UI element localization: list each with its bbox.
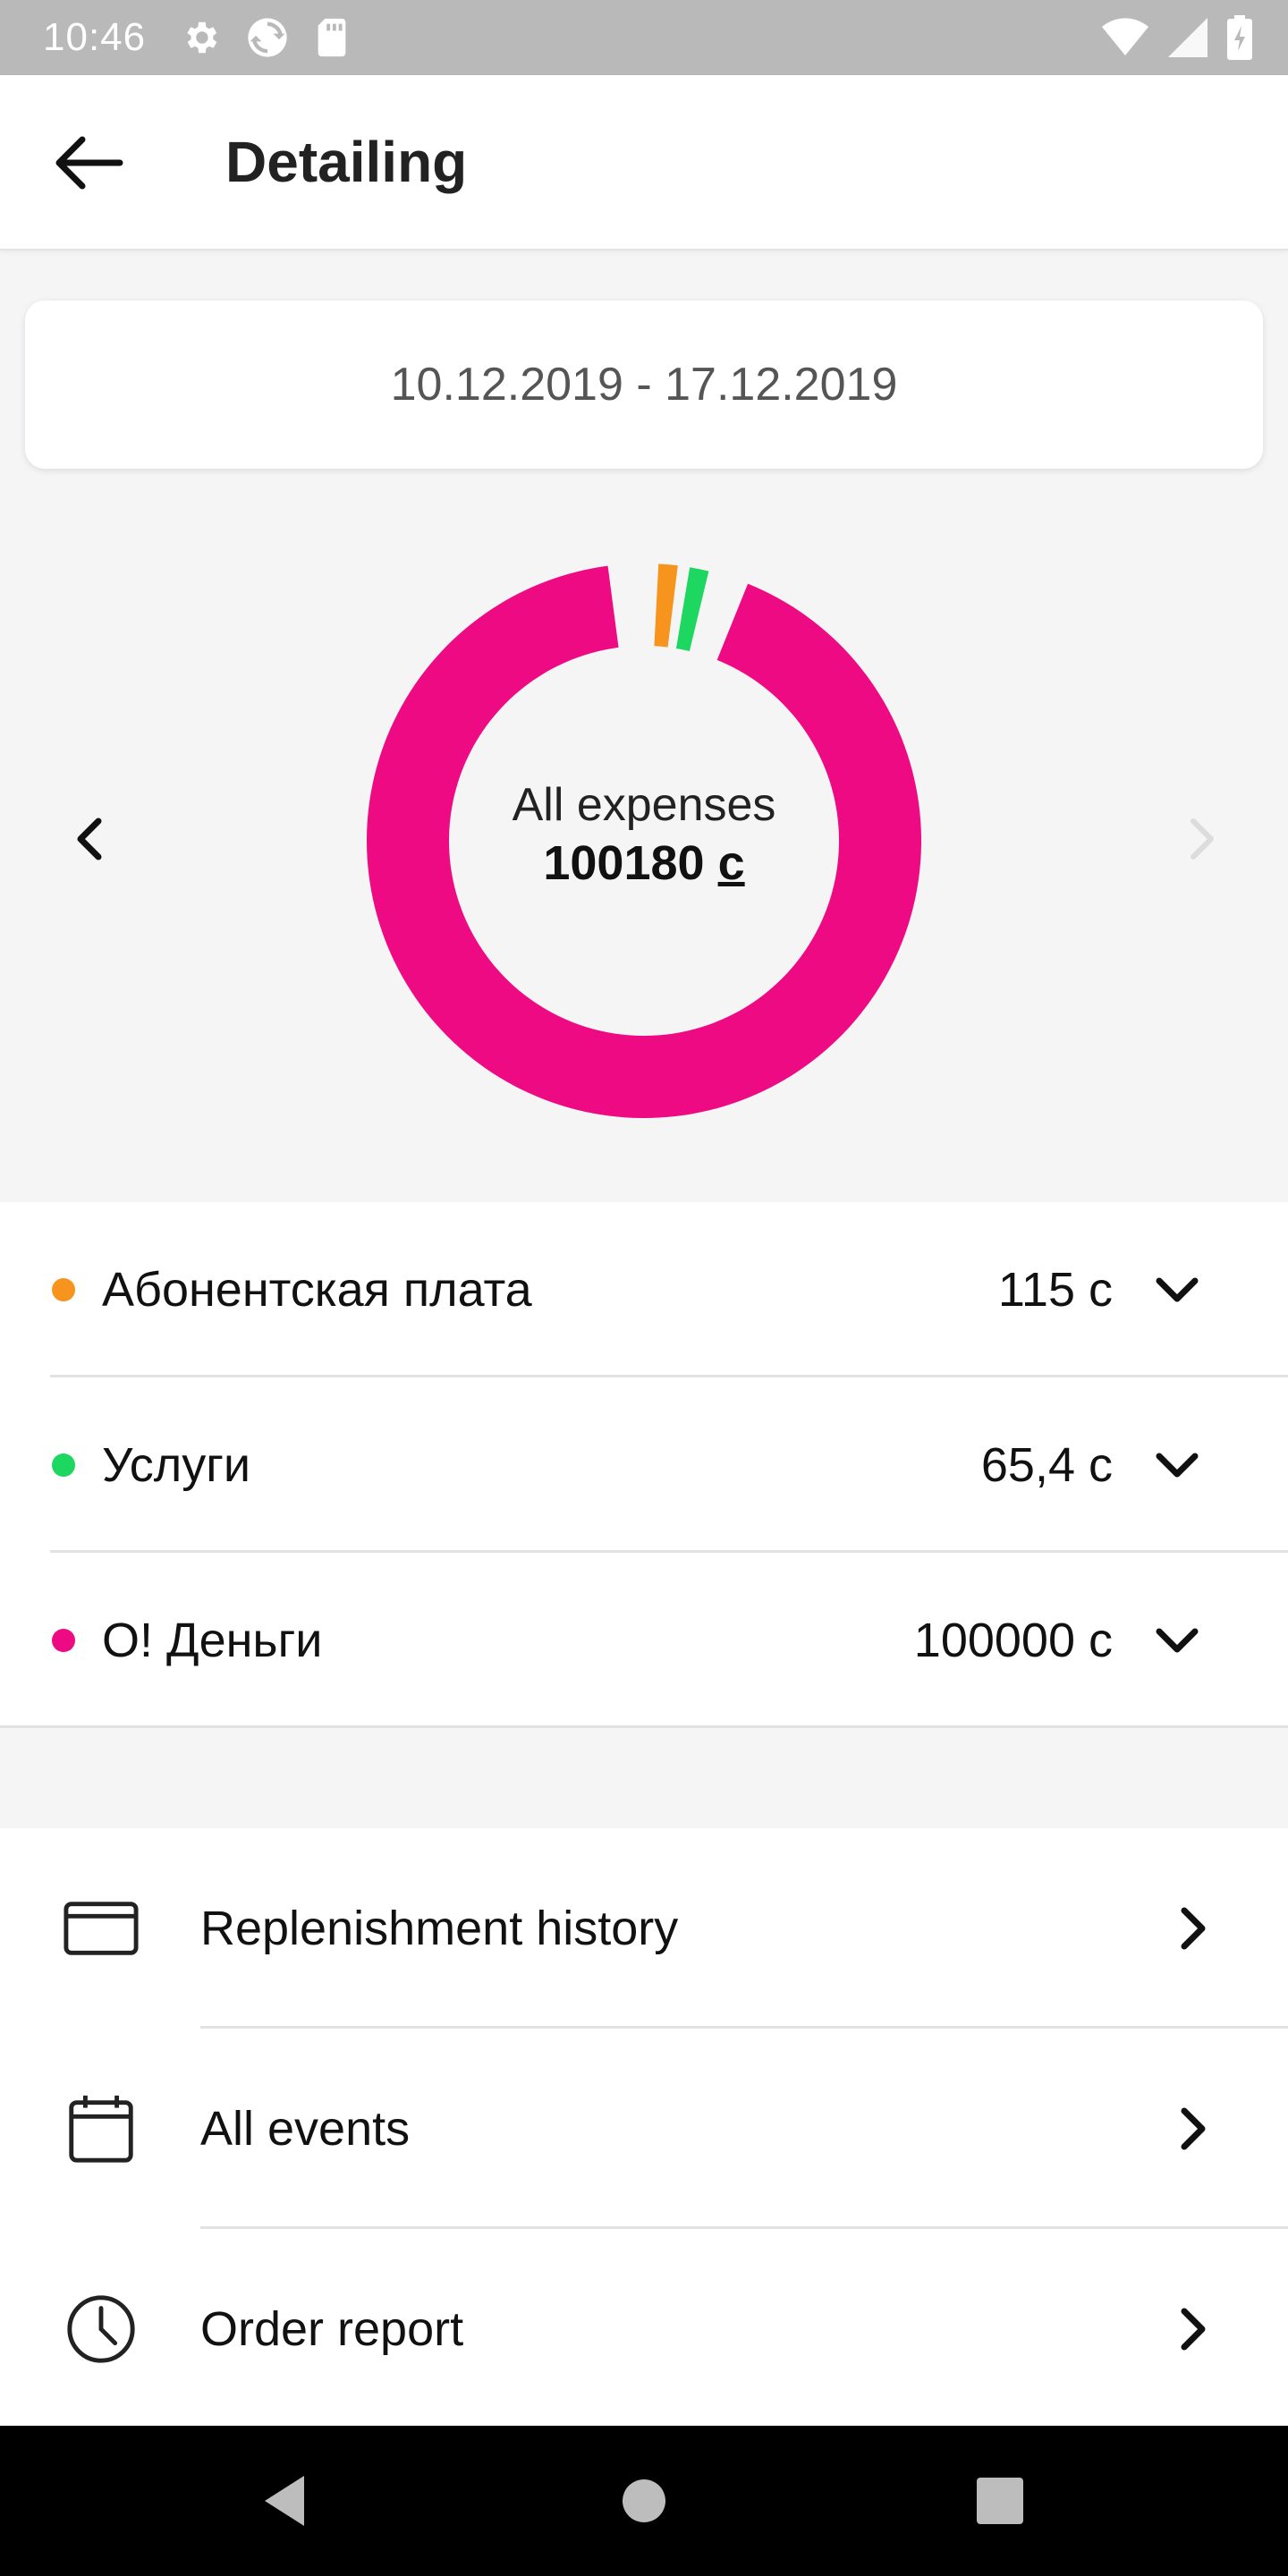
credit-card-icon [64,1902,139,1955]
donut-slice-0 [654,564,678,648]
category-name: Абонентская плата [102,1263,532,1317]
total-amount: 100180 [543,836,705,890]
back-button[interactable] [52,134,123,191]
wifi-icon [1102,18,1148,55]
menu-item-all-events[interactable]: All events [0,2029,1288,2229]
donut-slice-1 [675,567,709,652]
date-range-picker[interactable]: 10.12.2019 - 17.12.2019 [25,301,1263,469]
category-color-dot [52,1629,75,1652]
menu-item-label: Order report [200,2302,464,2356]
category-name: О! Деньги [102,1614,323,1667]
category-amount: 115 с [997,1263,1113,1317]
currency-symbol: с [717,836,745,890]
menu-item-replenishment-history[interactable]: Replenishment history [0,1828,1288,2029]
chevron-down-icon [1156,1628,1199,1653]
sd-card-icon [318,18,346,57]
status-bar: 10:46 [0,0,1288,75]
chevron-down-icon [1156,1453,1199,1478]
chevron-right-icon [1181,2308,1206,2351]
arrow-left-icon [55,136,123,190]
expense-category-list: Абонентская плата 115 с Услуги 65,4 с О!… [0,1202,1288,1728]
total-expenses-value: 100180 с [420,835,868,891]
page-title: Detailing [225,130,468,194]
circle-home-icon [623,2479,665,2522]
menu-item-order-report[interactable]: Order report [0,2229,1288,2429]
chevron-right-icon [1191,818,1214,860]
category-color-dot [52,1453,75,1477]
system-navigation-bar [0,2426,1288,2576]
date-range-label: 10.12.2019 - 17.12.2019 [390,359,898,411]
donut-center-label: All expenses 100180 с [420,778,868,891]
gear-icon [187,21,217,54]
clock-icon [67,2295,135,2363]
previous-period-button[interactable] [55,803,127,875]
signal-icon [1168,18,1208,57]
sync-icon [248,18,287,57]
chevron-right-icon [1181,2107,1206,2150]
nav-home-button[interactable] [608,2465,680,2537]
battery-icon [1227,15,1252,60]
triangle-back-icon [265,2476,304,2526]
app-bar: Detailing [0,75,1288,250]
detailing-menu: Replenishment history All events Order r… [0,1828,1288,2426]
chevron-down-icon [1156,1277,1199,1302]
all-expenses-label: All expenses [512,779,776,831]
calendar-icon [69,2095,133,2163]
category-color-dot [52,1278,75,1301]
category-amount: 100000 с [913,1614,1113,1667]
section-spacer [0,1728,1288,1828]
category-amount: 65,4 с [980,1438,1113,1492]
chevron-right-icon [1181,1907,1206,1950]
category-row-services[interactable]: Услуги 65,4 с [0,1377,1288,1553]
chevron-left-icon [77,818,102,860]
category-row-o-dengi[interactable]: О! Деньги 100000 с [0,1553,1288,1728]
nav-back-button[interactable] [250,2465,322,2537]
category-name: Услуги [102,1438,251,1492]
category-row-subscription-fee[interactable]: Абонентская плата 115 с [0,1202,1288,1377]
expenses-chart-area: All expenses 100180 с [0,501,1288,1199]
square-recents-icon [977,2478,1023,2524]
status-time: 10:46 [43,15,147,59]
menu-item-label: Replenishment history [200,1902,679,1955]
nav-recents-button[interactable] [964,2465,1036,2537]
next-period-button[interactable] [1165,803,1236,875]
menu-item-label: All events [200,2102,411,2156]
